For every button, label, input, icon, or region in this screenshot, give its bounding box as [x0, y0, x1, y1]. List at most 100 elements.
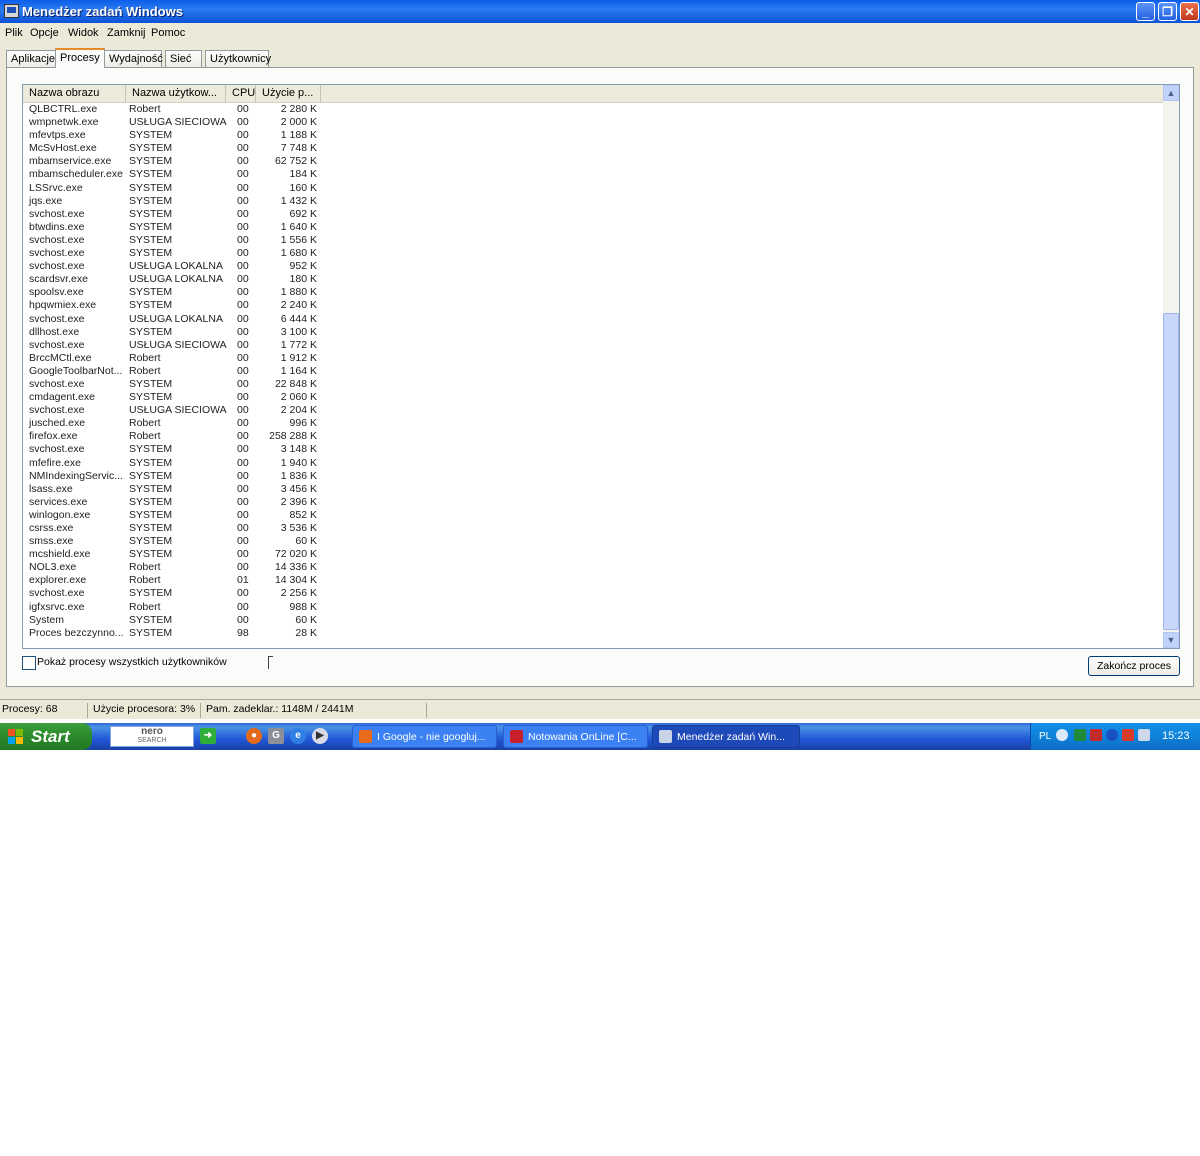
process-name: svchost.exe — [29, 587, 85, 600]
media-player-icon[interactable]: ▶ — [312, 728, 328, 744]
process-name: System — [29, 613, 65, 626]
scroll-down-button[interactable]: ▼ — [1163, 632, 1179, 648]
column-header-name[interactable]: Nazwa obrazu — [23, 85, 126, 102]
process-row[interactable]: svchost.exe SYSTEM 00 2 256 K — [23, 587, 1164, 600]
process-user: USŁUGA SIECIOWA — [129, 404, 227, 417]
process-row[interactable]: explorer.exe Robert 01 14 304 K — [23, 574, 1164, 587]
column-header-user[interactable]: Nazwa użytkow... — [126, 85, 226, 102]
tab-uzytkownicy[interactable]: Użytkownicy — [205, 50, 271, 67]
process-name: lsass.exe — [29, 482, 73, 495]
tab-wydajnosc[interactable]: Wydajność — [104, 50, 163, 67]
process-row[interactable]: svchost.exe SYSTEM 00 22 848 K — [23, 378, 1164, 391]
process-row[interactable]: scardsvr.exe USŁUGA LOKALNA 00 180 K — [23, 273, 1164, 286]
process-row[interactable]: jqs.exe SYSTEM 00 1 432 K — [23, 195, 1164, 208]
process-row[interactable]: csrss.exe SYSTEM 00 3 536 K — [23, 522, 1164, 535]
process-row[interactable]: igfxsrvc.exe Robert 00 988 K — [23, 601, 1164, 614]
scroll-up-button[interactable]: ▲ — [1163, 85, 1179, 101]
process-row[interactable]: GoogleToolbarNot... Robert 00 1 164 K — [23, 365, 1164, 378]
menu-plik[interactable]: Plik — [5, 27, 23, 39]
process-row[interactable]: spoolsv.exe SYSTEM 00 1 880 K — [23, 286, 1164, 299]
task-task-manager[interactable]: Menedżer zadań Win... — [652, 725, 800, 748]
firefox-quicklaunch-icon[interactable]: ● — [246, 728, 262, 744]
process-row[interactable]: NMIndexingServic... SYSTEM 00 1 836 K — [23, 470, 1164, 483]
process-cpu: 00 — [237, 587, 249, 600]
process-row[interactable]: System SYSTEM 00 60 K — [23, 614, 1164, 627]
minimize-button[interactable]: _ — [1136, 2, 1155, 21]
process-row[interactable]: mbamscheduler.exe SYSTEM 00 184 K — [23, 168, 1164, 181]
process-row[interactable]: BrccMCtl.exe Robert 00 1 912 K — [23, 352, 1164, 365]
maximize-button[interactable]: ❐ — [1158, 2, 1177, 21]
go-arrow-icon[interactable]: ➜ — [200, 728, 216, 744]
column-header-memory[interactable]: Użycie p... — [256, 85, 321, 102]
show-all-users-checkbox[interactable] — [22, 656, 36, 670]
start-button[interactable]: Start — [0, 723, 92, 750]
process-cpu: 00 — [237, 142, 249, 155]
process-row[interactable]: svchost.exe SYSTEM 00 1 556 K — [23, 234, 1164, 247]
menu-opcje[interactable]: Opcje — [30, 27, 59, 39]
process-row[interactable]: smss.exe SYSTEM 00 60 K — [23, 535, 1164, 548]
tab-siec[interactable]: Sieć — [165, 50, 202, 67]
internet-explorer-icon[interactable]: e — [290, 728, 306, 744]
clock[interactable]: 15:23 — [1162, 730, 1190, 742]
process-row[interactable]: mfefire.exe SYSTEM 00 1 940 K — [23, 457, 1164, 470]
process-row[interactable]: McSvHost.exe SYSTEM 00 7 748 K — [23, 142, 1164, 155]
task-notowania[interactable]: Notowania OnLine [C... — [503, 725, 648, 748]
process-row[interactable]: svchost.exe USŁUGA LOKALNA 00 952 K — [23, 260, 1164, 273]
process-row[interactable]: cmdagent.exe SYSTEM 00 2 060 K — [23, 391, 1164, 404]
menu-zamknij[interactable]: Zamknij — [107, 27, 146, 39]
comodo-icon[interactable] — [1122, 729, 1134, 741]
process-row[interactable]: mcshield.exe SYSTEM 00 72 020 K — [23, 548, 1164, 561]
tab-procesy[interactable]: Procesy — [55, 48, 105, 68]
process-row[interactable]: svchost.exe SYSTEM 00 1 680 K — [23, 247, 1164, 260]
vertical-scrollbar[interactable]: ▲ ▼ — [1163, 85, 1179, 648]
mouse-cursor — [268, 656, 273, 669]
process-row[interactable]: winlogon.exe SYSTEM 00 852 K — [23, 509, 1164, 522]
app-quicklaunch-icon[interactable]: G — [268, 728, 284, 744]
status-cpu: Użycie procesora: 3% — [93, 703, 196, 715]
process-row[interactable]: svchost.exe SYSTEM 00 692 K — [23, 208, 1164, 221]
menu-pomoc[interactable]: Pomoc — [151, 27, 185, 39]
tab-aplikacje[interactable]: Aplikacje — [6, 50, 56, 67]
process-user: SYSTEM — [129, 626, 173, 639]
notowania-icon — [510, 730, 523, 743]
process-row[interactable]: NOL3.exe Robert 00 14 336 K — [23, 561, 1164, 574]
column-header-cpu[interactable]: CPU — [226, 85, 256, 102]
process-row[interactable]: wmpnetwk.exe USŁUGA SIECIOWA 00 2 000 K — [23, 116, 1164, 129]
scroll-thumb[interactable] — [1163, 313, 1179, 630]
process-memory: 1 164 K — [280, 364, 317, 377]
bluetooth-icon[interactable] — [1106, 729, 1118, 741]
process-row[interactable]: mbamservice.exe SYSTEM 00 62 752 K — [23, 155, 1164, 168]
close-button[interactable]: ✕ — [1180, 2, 1199, 21]
process-memory: 2 000 K — [280, 116, 317, 129]
process-row[interactable]: jusched.exe Robert 00 996 K — [23, 417, 1164, 430]
mcafee-icon[interactable] — [1090, 729, 1102, 741]
process-row[interactable]: Proces bezczynno... SYSTEM 98 28 K — [23, 627, 1164, 640]
show-all-users-label[interactable]: Pokaż procesy wszystkich użytkowników — [37, 656, 227, 668]
process-row[interactable]: services.exe SYSTEM 00 2 396 K — [23, 496, 1164, 509]
tray-app-icon[interactable] — [1074, 729, 1086, 741]
menu-widok[interactable]: Widok — [68, 27, 99, 39]
process-row[interactable]: lsass.exe SYSTEM 00 3 456 K — [23, 483, 1164, 496]
process-row[interactable]: dllhost.exe SYSTEM 00 3 100 K — [23, 326, 1164, 339]
process-row[interactable]: LSSrvc.exe SYSTEM 00 160 K — [23, 182, 1164, 195]
language-indicator[interactable]: PL — [1039, 731, 1051, 742]
tray-expand-icon[interactable] — [1056, 729, 1068, 741]
process-row[interactable]: svchost.exe SYSTEM 00 3 148 K — [23, 443, 1164, 456]
process-memory: 2 240 K — [280, 299, 317, 312]
process-row[interactable]: hpqwmiex.exe SYSTEM 00 2 240 K — [23, 299, 1164, 312]
process-row[interactable]: QLBCTRL.exe Robert 00 2 280 K — [23, 103, 1164, 116]
process-row[interactable]: svchost.exe USŁUGA LOKALNA 00 6 444 K — [23, 313, 1164, 326]
end-process-button[interactable]: Zakończ proces — [1088, 656, 1180, 676]
process-cpu: 00 — [237, 325, 249, 338]
process-row[interactable]: mfevtps.exe SYSTEM 00 1 188 K — [23, 129, 1164, 142]
title-bar[interactable]: Menedżer zadań Windows _ ❐ ✕ — [0, 0, 1200, 23]
process-user: SYSTEM — [129, 286, 173, 299]
process-row[interactable]: svchost.exe USŁUGA SIECIOWA 00 1 772 K — [23, 339, 1164, 352]
task-google-firefox[interactable]: I Google - nie googluj... — [352, 725, 497, 748]
process-row[interactable]: svchost.exe USŁUGA SIECIOWA 00 2 204 K — [23, 404, 1164, 417]
network-icon[interactable] — [1138, 729, 1150, 741]
process-cpu: 00 — [237, 535, 249, 548]
nero-search-box[interactable]: nero SEARCH — [110, 726, 194, 747]
process-row[interactable]: firefox.exe Robert 00 258 288 K — [23, 430, 1164, 443]
process-row[interactable]: btwdins.exe SYSTEM 00 1 640 K — [23, 221, 1164, 234]
